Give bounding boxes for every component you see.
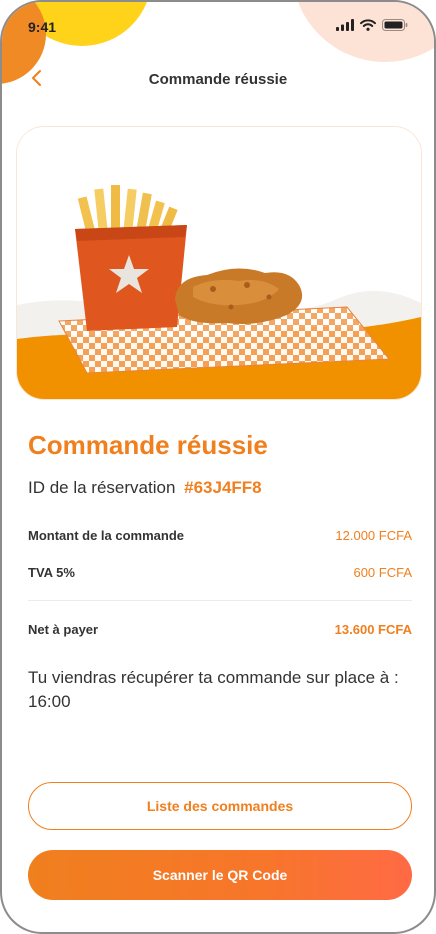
- scan-qr-button[interactable]: Scanner le QR Code: [28, 850, 412, 900]
- food-illustration: [17, 127, 421, 399]
- battery-icon: [382, 18, 408, 36]
- order-amount-label: Montant de la commande: [28, 528, 185, 543]
- order-amount-row: Montant de la commande 12.000 FCFA: [28, 528, 412, 543]
- reservation-line: ID de la réservation #63J4FF8: [28, 478, 262, 498]
- order-success-title: Commande réussie: [28, 430, 268, 460]
- vat-row: TVA 5% 600 FCFA: [28, 565, 412, 580]
- page-title: Commande réussie: [148, 71, 288, 88]
- reservation-id: #63J4FF8: [184, 478, 262, 497]
- order-amount-value: 12.000 FCFA: [335, 528, 412, 543]
- wifi-icon: [360, 18, 376, 36]
- net-to-pay-value: 13.600 FCFA: [334, 622, 412, 637]
- status-time: 9:41: [28, 19, 57, 35]
- signal-icon: [336, 18, 354, 36]
- status-bar: 9:41: [2, 2, 434, 50]
- net-to-pay-row: Net à payer 13.600 FCFA: [28, 622, 412, 637]
- status-icons: [336, 18, 408, 36]
- orders-list-button[interactable]: Liste des commandes: [28, 782, 412, 830]
- vat-value: 600 FCFA: [353, 565, 412, 580]
- nav-header: Commande réussie: [2, 60, 434, 100]
- hero-image: [16, 126, 422, 400]
- summary-divider: [28, 600, 412, 601]
- net-to-pay-label: Net à payer: [28, 622, 99, 637]
- vat-label: TVA 5%: [28, 565, 75, 580]
- pickup-info: Tu viendras récupérer ta commande sur pl…: [28, 668, 399, 711]
- reservation-label: ID de la réservation: [28, 478, 176, 497]
- phone-frame: 9:41 Commande réussie Commande réussie I…: [0, 0, 436, 934]
